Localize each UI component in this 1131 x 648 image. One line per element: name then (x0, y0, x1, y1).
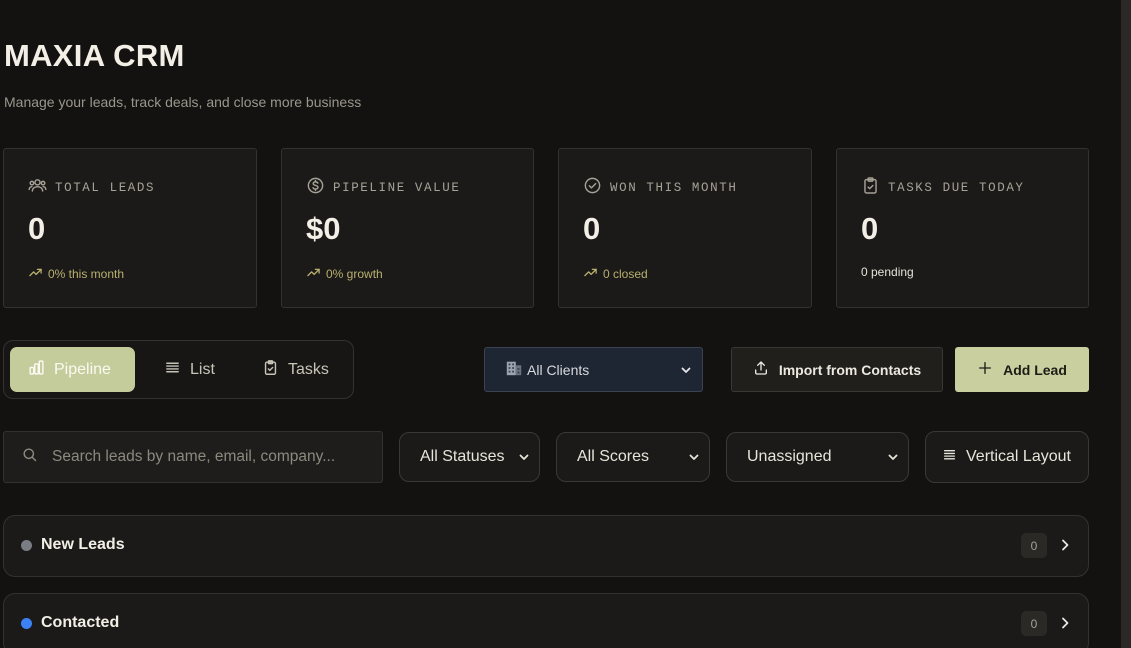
import-contacts-label: Import from Contacts (778, 361, 922, 378)
chevron-right-icon[interactable] (1057, 615, 1073, 631)
list-icon (164, 359, 181, 381)
stat-value: $0 (306, 211, 341, 246)
chevron-down-icon (680, 364, 692, 376)
trending-up-icon (28, 265, 43, 283)
stage-count-badge: 0 (1021, 533, 1047, 558)
search-input[interactable] (52, 448, 372, 466)
tab-list[interactable]: List (146, 347, 233, 392)
search-icon (21, 446, 38, 468)
import-contacts-button[interactable]: Import from Contacts (731, 347, 943, 392)
stat-label: WON THIS MONTH (610, 180, 738, 195)
stage-color-dot (21, 618, 32, 629)
tab-tasks[interactable]: Tasks (244, 347, 347, 392)
stat-foot-text: 0 closed (603, 267, 648, 281)
stat-foot-text: 0% this month (48, 267, 125, 281)
page-scrollbar[interactable] (1121, 0, 1131, 648)
clipboard-check-icon (262, 359, 279, 381)
stat-label: TASKS DUE TODAY (888, 180, 1025, 195)
check-circle-icon (583, 176, 602, 199)
assignee-filter-select[interactable]: Unassigned (726, 432, 909, 482)
score-filter-select[interactable]: All Scores (556, 432, 710, 482)
stat-foot-text: 0% growth (326, 267, 383, 281)
view-toggle: Pipeline List Tasks (3, 340, 354, 399)
stage-row-contacted[interactable]: Contacted 0 (3, 593, 1089, 648)
stage-name: New Leads (41, 536, 125, 553)
clipboard-check-icon (861, 176, 880, 199)
stat-trend: 0% this month (28, 265, 124, 283)
users-icon (28, 176, 47, 199)
vertical-layout-label: Vertical Layout (966, 448, 1071, 465)
chevron-down-icon (688, 451, 700, 463)
search-box (3, 431, 383, 483)
score-filter-value: All Scores (577, 448, 650, 465)
list-icon (943, 448, 956, 466)
stat-label: PIPELINE VALUE (333, 180, 461, 195)
dollar-circle-icon (306, 176, 325, 199)
stage-row-new-leads[interactable]: New Leads 0 (3, 515, 1089, 577)
tab-tasks-label: Tasks (288, 360, 329, 378)
assignee-filter-value: Unassigned (747, 448, 832, 465)
stat-foot: 0 pending (861, 265, 914, 279)
chevron-down-icon (887, 451, 899, 463)
chevron-down-icon (518, 451, 530, 463)
status-filter-select[interactable]: All Statuses (399, 432, 540, 482)
page-subtitle: Manage your leads, track deals, and clos… (4, 94, 362, 110)
stat-card-tasks-due-today: TASKS DUE TODAY 0 0 pending (836, 148, 1089, 308)
trending-up-icon (583, 265, 598, 283)
stage-color-dot (21, 540, 32, 551)
stat-foot-text: 0 pending (861, 265, 914, 279)
stat-card-total-leads: TOTAL LEADS 0 0% this month (3, 148, 257, 308)
stat-card-won-this-month: WON THIS MONTH 0 0 closed (558, 148, 812, 308)
stat-value: 0 (28, 211, 46, 246)
vertical-layout-button[interactable]: Vertical Layout (925, 431, 1089, 483)
tab-pipeline-label: Pipeline (54, 360, 111, 378)
client-select[interactable]: All Clients (484, 347, 703, 392)
bar-chart-icon (28, 359, 45, 381)
stat-trend: 0% growth (306, 265, 383, 283)
stat-card-pipeline-value: PIPELINE VALUE $0 0% growth (281, 148, 534, 308)
crm-page: MAXIA CRM Manage your leads, track deals… (0, 0, 1131, 648)
stage-name: Contacted (41, 614, 120, 631)
stat-value: 0 (861, 211, 879, 246)
add-lead-button[interactable]: Add Lead (955, 347, 1089, 392)
page-title: MAXIA CRM (4, 38, 185, 73)
building-icon (505, 359, 523, 380)
stat-trend: 0 closed (583, 265, 648, 283)
plus-icon (977, 360, 993, 379)
trending-up-icon (306, 265, 321, 283)
tab-pipeline[interactable]: Pipeline (10, 347, 135, 392)
stage-count-badge: 0 (1021, 611, 1047, 636)
stat-value: 0 (583, 211, 601, 246)
add-lead-label: Add Lead (1003, 361, 1067, 378)
client-select-value: All Clients (527, 361, 590, 378)
stat-label: TOTAL LEADS (55, 180, 156, 195)
tab-list-label: List (190, 360, 215, 378)
status-filter-value: All Statuses (420, 448, 505, 465)
upload-icon (753, 360, 769, 379)
chevron-right-icon[interactable] (1057, 537, 1073, 553)
